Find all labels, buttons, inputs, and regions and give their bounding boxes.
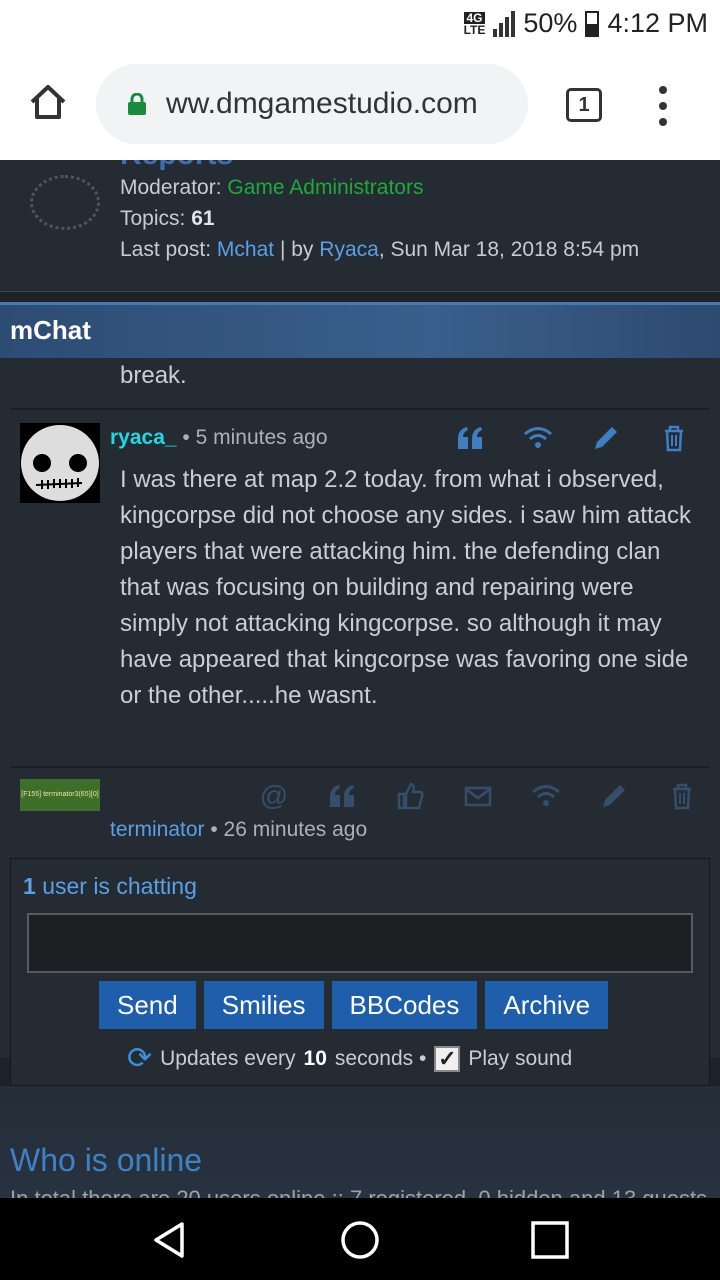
page-content: Reports Moderator: Game Administrators T…	[0, 160, 720, 1198]
update-status: ⟳ Updates every 10 seconds • ✓ Play soun…	[127, 1041, 572, 1076]
by-label: by	[291, 238, 314, 261]
chatting-text: user is chatting	[42, 873, 197, 899]
updates-prefix: Updates every	[160, 1046, 296, 1070]
navigation-bar	[0, 1198, 720, 1280]
mchat-title: mChat	[10, 315, 91, 345]
message-text: I was there at map 2.2 today. from what …	[120, 466, 691, 709]
message-actions: @	[240, 778, 716, 814]
quote-icon[interactable]	[308, 778, 376, 814]
quote-icon[interactable]	[436, 420, 504, 456]
mchat-header: mChat	[0, 302, 720, 358]
message-header: terminator • 26 minutes ago	[110, 818, 367, 842]
moderator-label: Moderator:	[120, 176, 222, 199]
smilies-button[interactable]: Smilies	[203, 981, 324, 1029]
updates-suffix: seconds •	[334, 1046, 427, 1070]
topics-label: Topics:	[120, 207, 186, 230]
archive-button[interactable]: Archive	[485, 981, 609, 1029]
edit-icon[interactable]	[572, 420, 640, 456]
message-header: ryaca_ • 5 minutes ago	[110, 426, 328, 450]
wifi-icon[interactable]	[504, 420, 572, 456]
chat-message: ryaca_ • 5 minutes ago I was there at ma…	[0, 410, 720, 766]
mention-icon[interactable]: @	[240, 778, 308, 814]
forum-row: Reports Moderator: Game Administrators T…	[0, 160, 720, 292]
delete-icon[interactable]	[640, 420, 708, 456]
moderator-link[interactable]: Game Administrators	[227, 176, 423, 199]
network-type: LTE	[463, 22, 486, 37]
chat-panel: 1 user is chatting Send Smilies BBCodes …	[10, 858, 710, 1086]
address-bar[interactable]: ww.dmgamestudio.com	[96, 64, 528, 144]
chat-message: [F155] terminator3(65)[0] @ terminator •…	[0, 768, 720, 858]
chatting-count: 1	[23, 873, 36, 899]
avatar: [F155] terminator3(65)[0]	[20, 779, 100, 811]
message-actions	[436, 420, 708, 456]
updates-interval: 10	[303, 1046, 327, 1070]
battery-icon	[585, 10, 600, 37]
mail-icon[interactable]	[444, 778, 512, 814]
home-icon[interactable]	[28, 82, 68, 122]
like-icon[interactable]	[376, 778, 444, 814]
battery-percent: 50%	[523, 8, 578, 38]
play-sound-label[interactable]: Play sound	[468, 1047, 572, 1071]
tabs-icon[interactable]: 1	[566, 88, 602, 122]
message-text-partial: break.	[120, 362, 187, 389]
forum-read-icon	[30, 175, 100, 230]
last-post-label: Last post:	[120, 238, 212, 261]
lock-icon	[126, 92, 148, 115]
chat-buttons: Send Smilies BBCodes Archive	[99, 981, 609, 1029]
send-button[interactable]: Send	[99, 981, 196, 1029]
menu-icon[interactable]	[656, 86, 670, 126]
last-post-date: , Sun Mar 18, 2018 8:54 pm	[378, 238, 640, 261]
topics-count: 61	[191, 207, 215, 230]
separator: |	[279, 238, 286, 261]
who-is-online-title[interactable]: Who is online	[10, 1142, 202, 1179]
browser-toolbar: ww.dmgamestudio.com 1	[0, 52, 720, 160]
home-nav-icon[interactable]	[338, 1218, 382, 1262]
avatar	[20, 423, 100, 503]
last-post-link[interactable]: Mchat	[217, 238, 274, 261]
last-post-user[interactable]: Ryaca	[319, 238, 379, 261]
clock: 4:12 PM	[607, 8, 708, 38]
message-username[interactable]: terminator	[110, 818, 205, 841]
message-time: • 5 minutes ago	[182, 426, 328, 449]
recents-icon[interactable]	[528, 1218, 572, 1262]
wifi-icon[interactable]	[512, 778, 580, 814]
who-is-online: Who is online In total there are 20 user…	[0, 1086, 720, 1198]
url-text: ww.dmgamestudio.com	[166, 87, 478, 120]
network-indicator: 4G LTE	[463, 11, 486, 37]
status-bar: 4G LTE 50% 4:12 PM	[0, 0, 720, 52]
users-chatting: 1 user is chatting	[23, 873, 197, 900]
bbcodes-button[interactable]: BBCodes	[331, 981, 478, 1029]
forum-meta: Moderator: Game Administrators Topics: 6…	[120, 172, 639, 265]
delete-icon[interactable]	[648, 778, 716, 814]
message-time: • 26 minutes ago	[210, 818, 368, 841]
forum-title[interactable]: Reports	[120, 160, 233, 172]
edit-icon[interactable]	[580, 778, 648, 814]
play-sound-checkbox[interactable]: ✓	[434, 1045, 461, 1072]
refresh-icon: ⟳	[127, 1042, 153, 1075]
chat-message-input[interactable]	[27, 913, 693, 973]
back-icon[interactable]	[148, 1218, 192, 1262]
who-is-online-text: In total there are 20 users online :: 7 …	[10, 1186, 707, 1198]
message-username[interactable]: ryaca_	[110, 426, 177, 449]
signal-icon	[493, 10, 516, 37]
